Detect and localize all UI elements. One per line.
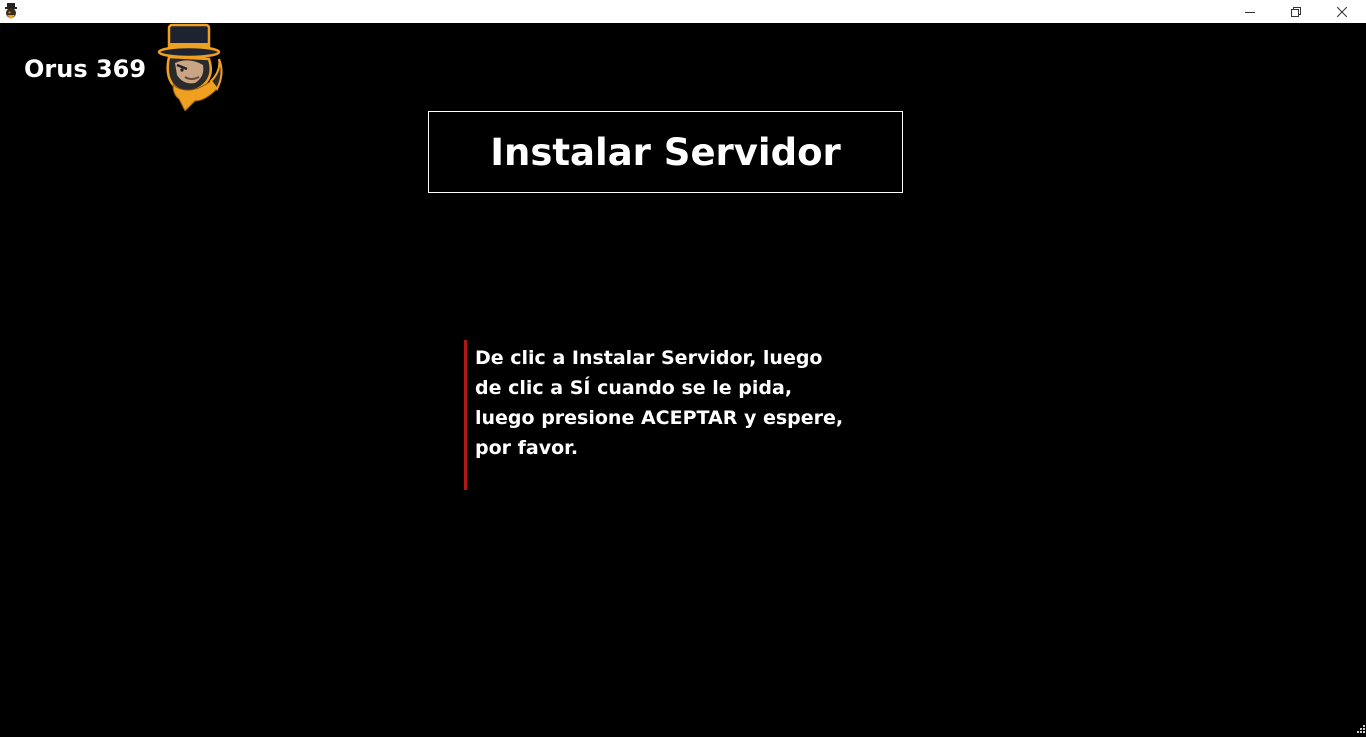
brand-name: Orus 369	[24, 55, 147, 83]
main-content: Orus 369 Instalar Servidor De clic a Ins…	[0, 23, 1366, 733]
restore-button[interactable]	[1273, 0, 1319, 23]
resize-grip-icon[interactable]	[1357, 718, 1365, 733]
instructions-notice: De clic a Instalar Servidor, luego de cl…	[464, 340, 848, 490]
restore-icon	[1291, 6, 1301, 17]
close-icon	[1337, 6, 1347, 17]
minimize-icon	[1245, 11, 1255, 13]
app-mascot-icon[interactable]	[3, 3, 19, 19]
gorilla-mascot-logo	[155, 23, 225, 112]
minimize-button[interactable]	[1227, 0, 1273, 23]
window-titlebar	[0, 0, 1366, 23]
install-server-button[interactable]: Instalar Servidor	[428, 111, 903, 193]
close-button[interactable]	[1319, 0, 1365, 23]
instructions-text: De clic a Instalar Servidor, luego de cl…	[475, 347, 844, 459]
